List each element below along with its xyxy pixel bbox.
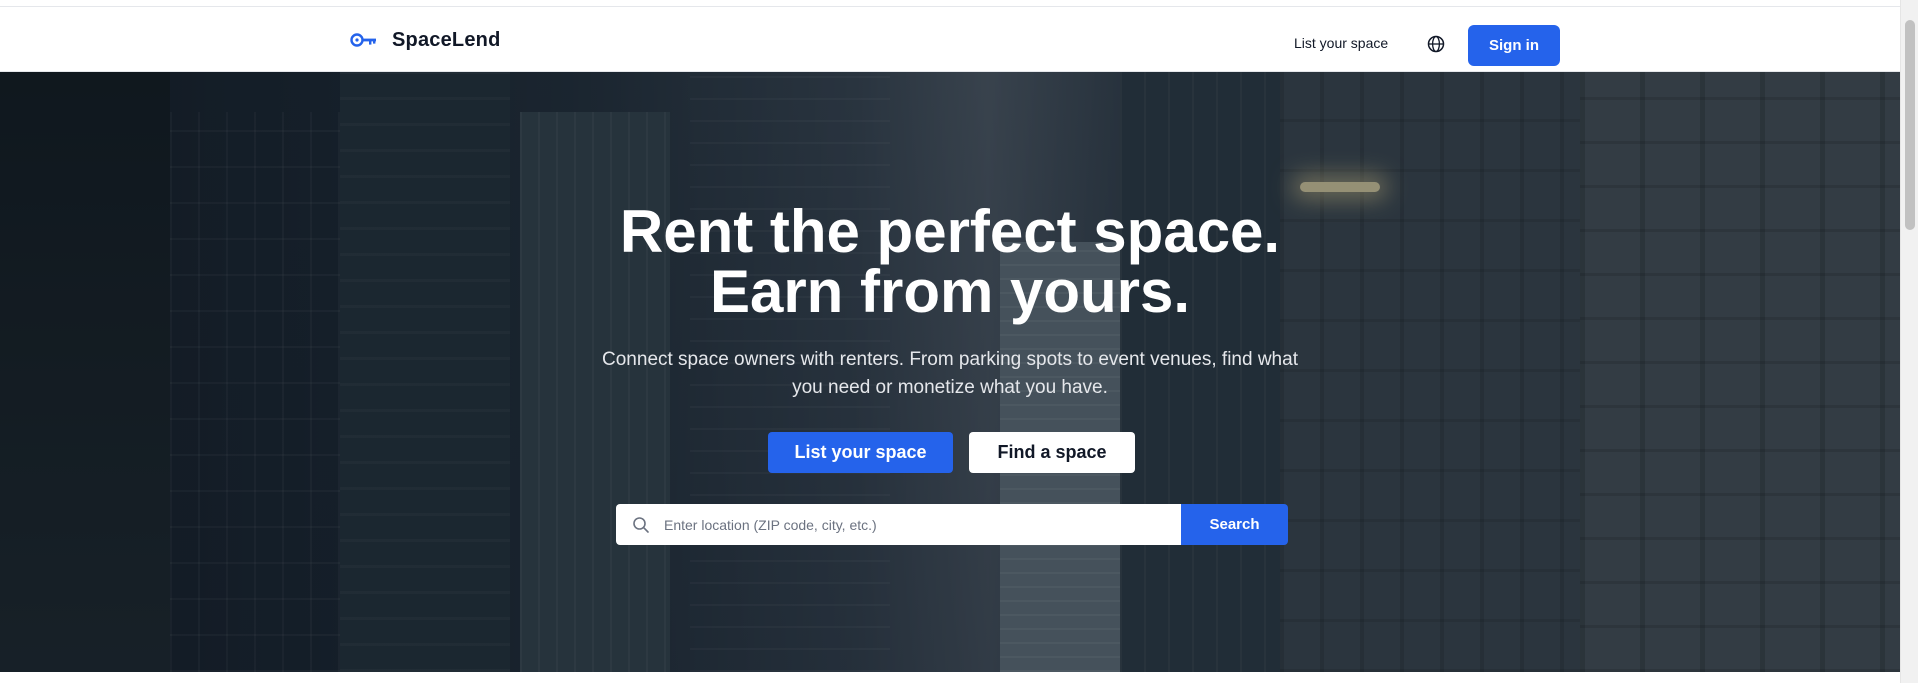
- key-icon: [350, 33, 376, 47]
- list-your-space-button[interactable]: List your space: [768, 432, 953, 473]
- find-a-space-button[interactable]: Find a space: [969, 432, 1135, 473]
- hero-content: Rent the perfect space. Earn from yours.…: [0, 72, 1900, 672]
- hero-headline: Rent the perfect space. Earn from yours.: [0, 202, 1900, 322]
- page-bottom-strip: [0, 672, 1900, 683]
- scrollbar-thumb[interactable]: [1905, 20, 1915, 230]
- nav-list-your-space-link[interactable]: List your space: [1294, 35, 1388, 51]
- page-scrollbar[interactable]: [1900, 0, 1918, 683]
- sign-in-button[interactable]: Sign in: [1468, 25, 1560, 66]
- brand-name: SpaceLend: [392, 28, 501, 51]
- search-button[interactable]: Search: [1181, 504, 1288, 545]
- hero-subtext: Connect space owners with renters. From …: [602, 349, 1298, 398]
- brand-logo-link[interactable]: SpaceLend: [350, 27, 501, 53]
- search-icon: [633, 516, 649, 533]
- hero-headline-line-1: Rent the perfect space.: [619, 198, 1281, 265]
- search-box: [616, 504, 1181, 545]
- hero-section: Rent the perfect space. Earn from yours.…: [0, 72, 1900, 672]
- site-header: SpaceLend List your space Sign in: [0, 7, 1900, 72]
- location-search-form: Search: [616, 504, 1288, 545]
- top-border: [0, 0, 1900, 7]
- globe-icon[interactable]: [1426, 34, 1446, 54]
- hero-headline-line-2: Earn from yours.: [709, 258, 1191, 325]
- location-search-input[interactable]: [662, 504, 1181, 545]
